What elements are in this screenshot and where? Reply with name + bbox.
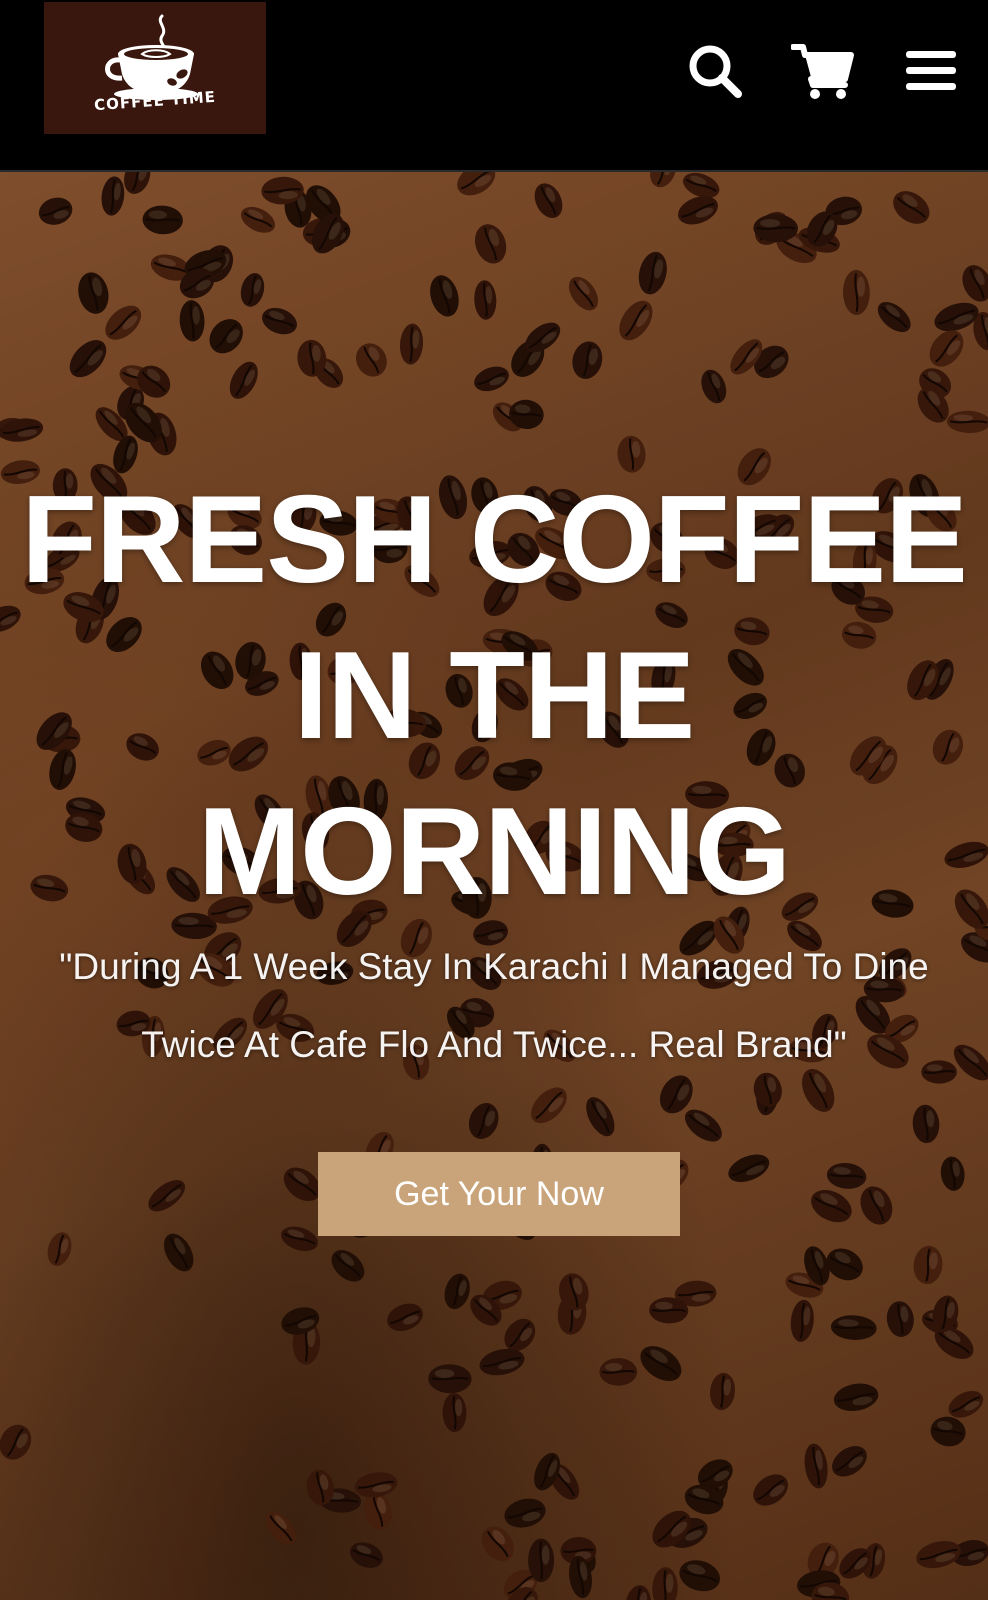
- hero-section: FRESH COFFEE IN THE MORNING "During A 1 …: [0, 172, 988, 1600]
- menu-button[interactable]: [898, 38, 964, 104]
- search-button[interactable]: [682, 38, 748, 104]
- hero-title: FRESH COFFEE IN THE MORNING: [21, 471, 968, 921]
- get-your-now-button[interactable]: Get Your Now: [318, 1152, 680, 1236]
- site-header: COFFEE TIME: [0, 0, 988, 172]
- search-icon: [689, 45, 742, 98]
- cart-button[interactable]: [790, 38, 856, 104]
- cart-icon: [791, 44, 854, 99]
- hamburger-menu-icon: [906, 51, 956, 90]
- logo-link[interactable]: COFFEE TIME: [44, 2, 266, 134]
- page: COFFEE TIME FRESH COFFEE IN THE MORNING …: [0, 0, 988, 1600]
- hero-quote: "During A 1 Week Stay In Karachi I Manag…: [59, 946, 929, 1065]
